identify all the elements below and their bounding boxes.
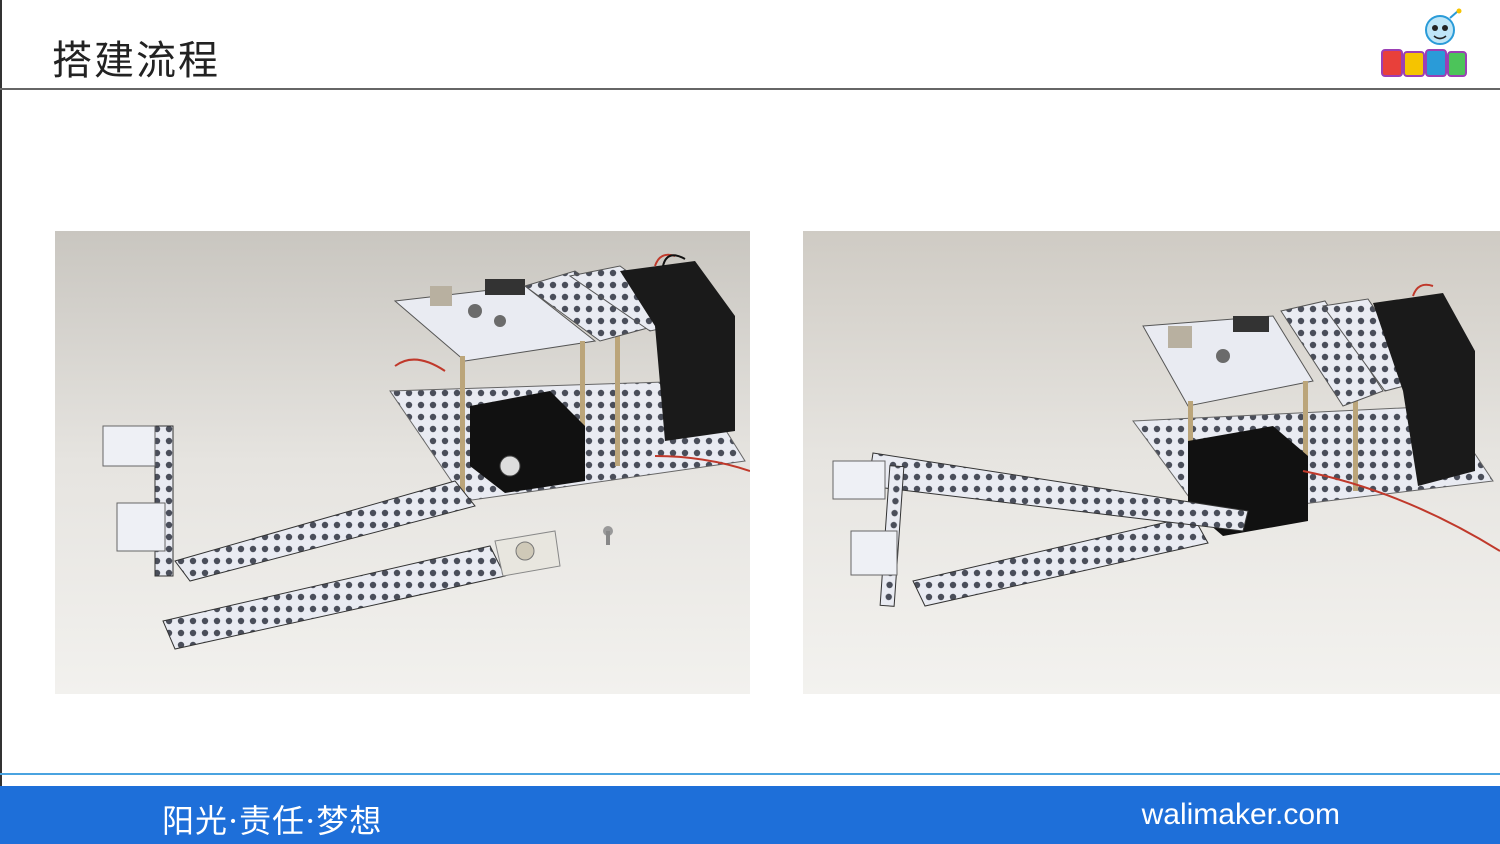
footer-bar: 阳光·责任·梦想 walimaker.com bbox=[0, 786, 1500, 844]
footer-website: walimaker.com bbox=[1141, 798, 1340, 831]
robot-kit-photo-step2 bbox=[803, 231, 1500, 694]
slide-left-border bbox=[0, 0, 2, 844]
footer-accent-line bbox=[0, 773, 1500, 775]
mascot-logo-icon bbox=[1381, 8, 1467, 77]
footer-slogan: 阳光·责任·梦想 bbox=[162, 802, 383, 840]
robot-kit-photo-step1 bbox=[55, 231, 750, 694]
header-divider bbox=[0, 88, 1500, 90]
page-title: 搭建流程 bbox=[52, 38, 220, 84]
